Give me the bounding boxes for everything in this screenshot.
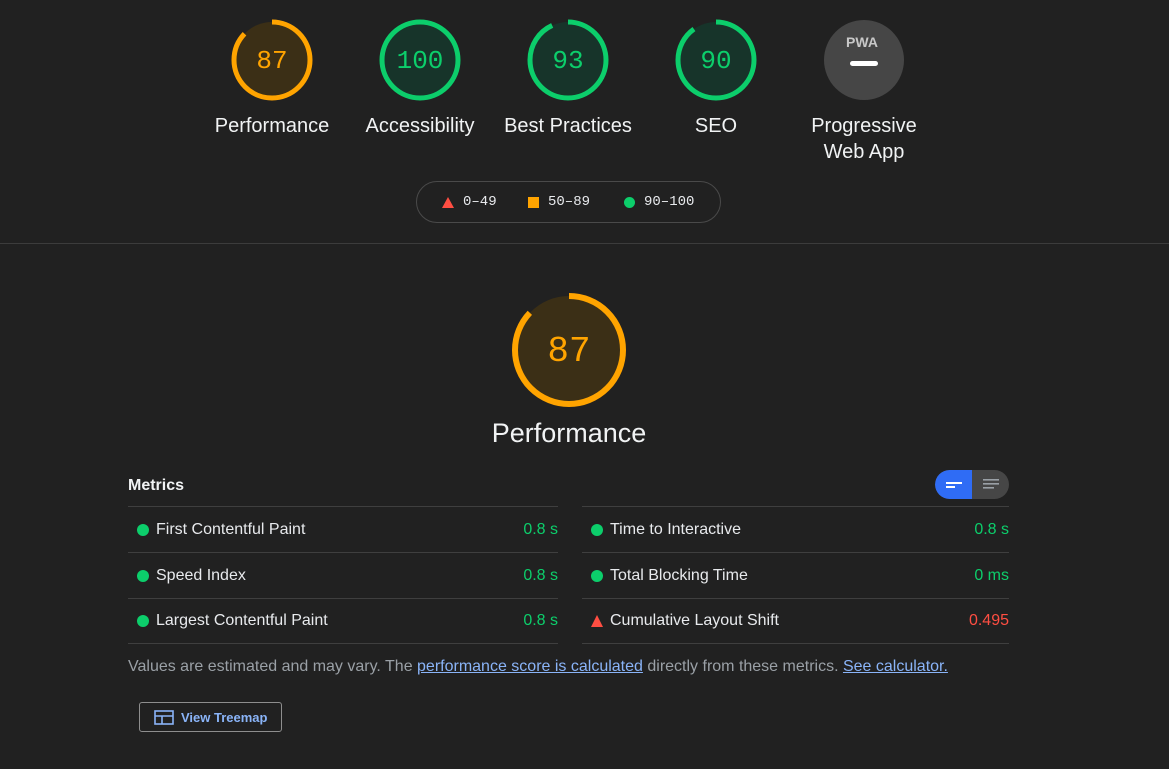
gauge-ring: 90 <box>675 19 757 101</box>
metric-value: 0.8 s <box>523 520 558 538</box>
performance-score: 87 <box>547 331 590 372</box>
pwa-badge-icon: PWA <box>824 20 904 100</box>
circle-icon <box>591 523 603 536</box>
summary-gauges: 87 Performance 100 Accessibility 93 Best… <box>0 18 1169 168</box>
metric-row: First Contentful Paint 0.8 s <box>128 506 558 552</box>
performance-gauge: 87 <box>509 290 629 415</box>
gauge-pwa[interactable]: PWA Progressive Web App <box>800 18 928 165</box>
gauge-seo[interactable]: 90 SEO <box>652 18 780 139</box>
metric-row: Time to Interactive 0.8 s <box>582 506 1009 552</box>
view-treemap-button[interactable]: View Treemap <box>139 702 282 732</box>
text-lines-icon <box>982 478 999 489</box>
gauge-ring: 87 <box>512 293 626 407</box>
note-middle: directly from these metrics. <box>642 658 843 675</box>
square-icon <box>528 196 539 208</box>
metric-value: 0.8 s <box>523 566 558 584</box>
metric-label: Cumulative Layout Shift <box>610 612 779 629</box>
performance-title: Performance <box>491 418 647 448</box>
lines-icon <box>945 481 962 488</box>
metric-label: Time to Interactive <box>610 520 742 538</box>
circle-icon <box>137 523 149 536</box>
metric-value: 0 ms <box>974 566 1009 584</box>
legend-average-range: 50–89 <box>548 194 591 210</box>
gauge-label: Progressive Web App <box>800 113 928 165</box>
triangle-icon <box>442 196 454 208</box>
pass-indicator <box>128 523 156 536</box>
pwa-label-line2: Web App <box>823 141 905 163</box>
section-divider <box>0 243 1169 244</box>
score-calculated-link[interactable]: performance score is calculated <box>417 658 643 675</box>
pass-indicator <box>582 523 610 536</box>
metric-label: Total Blocking Time <box>610 566 748 584</box>
gauge-score: 100 <box>397 46 444 76</box>
legend-fail-range: 0–49 <box>463 194 497 210</box>
gauge-label: Best Practices <box>504 115 632 137</box>
compact-view-button[interactable] <box>935 470 972 499</box>
see-calculator-link[interactable]: See calculator. <box>843 658 948 675</box>
pass-indicator <box>128 569 156 582</box>
gauge-performance[interactable]: 87 Performance <box>208 18 336 139</box>
metric-value: 0.8 s <box>523 612 558 629</box>
circle-icon <box>137 615 149 627</box>
gauge-best-practices[interactable]: 93 Best Practices <box>504 18 632 139</box>
gauge-score: 90 <box>700 46 731 76</box>
note-prefix: Values are estimated and may vary. The <box>128 658 418 675</box>
pass-indicator <box>582 569 610 582</box>
gauge-score: 93 <box>552 46 583 76</box>
metric-label: First Contentful Paint <box>156 520 306 538</box>
metric-value: 0.495 <box>968 612 1009 629</box>
view-treemap-label: View Treemap <box>181 709 268 725</box>
circle-icon <box>624 196 635 208</box>
gauge-label: SEO <box>694 115 738 137</box>
legend-pass: 90–100 <box>624 194 694 210</box>
gauge-label: Performance <box>214 115 330 137</box>
metric-label: Largest Contentful Paint <box>156 612 328 629</box>
metrics-view-toggle[interactable] <box>935 470 1009 499</box>
pass-indicator <box>128 615 156 627</box>
fail-indicator <box>582 615 610 627</box>
gauge-accessibility[interactable]: 100 Accessibility <box>356 18 484 139</box>
metrics-heading: Metrics <box>128 477 185 494</box>
expanded-view-button[interactable] <box>972 470 1009 499</box>
metrics-column-right: Time to Interactive 0.8 s Total Blocking… <box>582 506 1009 644</box>
gauge-label: Accessibility <box>365 115 475 137</box>
circle-icon <box>591 569 603 582</box>
metric-value: 0.8 s <box>974 520 1009 538</box>
metric-row: Speed Index 0.8 s <box>128 552 558 598</box>
metric-row: Largest Contentful Paint 0.8 s <box>128 598 558 644</box>
legend-fail: 0–49 <box>442 194 497 210</box>
legend-pass-range: 90–100 <box>644 194 695 210</box>
circle-icon <box>137 569 149 582</box>
gauge-ring: 100 <box>379 19 461 101</box>
metrics-note: Values are estimated and may vary. The p… <box>128 658 948 676</box>
gauge-score: 87 <box>256 46 287 76</box>
treemap-icon <box>154 709 174 725</box>
metric-row: Total Blocking Time 0 ms <box>582 552 1009 598</box>
pwa-label-line1: Progressive <box>811 115 917 137</box>
score-legend: 0–49 50–89 90–100 <box>416 181 721 223</box>
gauge-ring: 93 <box>527 19 609 101</box>
triangle-icon <box>591 615 603 627</box>
gauge-ring: 87 <box>231 19 313 101</box>
metric-label: Speed Index <box>156 566 246 584</box>
metrics-column-left: First Contentful Paint 0.8 s Speed Index… <box>128 506 558 644</box>
pwa-badge-text: PWA <box>846 34 878 50</box>
metric-row: Cumulative Layout Shift 0.495 <box>582 598 1009 644</box>
legend-average: 50–89 <box>528 194 590 210</box>
